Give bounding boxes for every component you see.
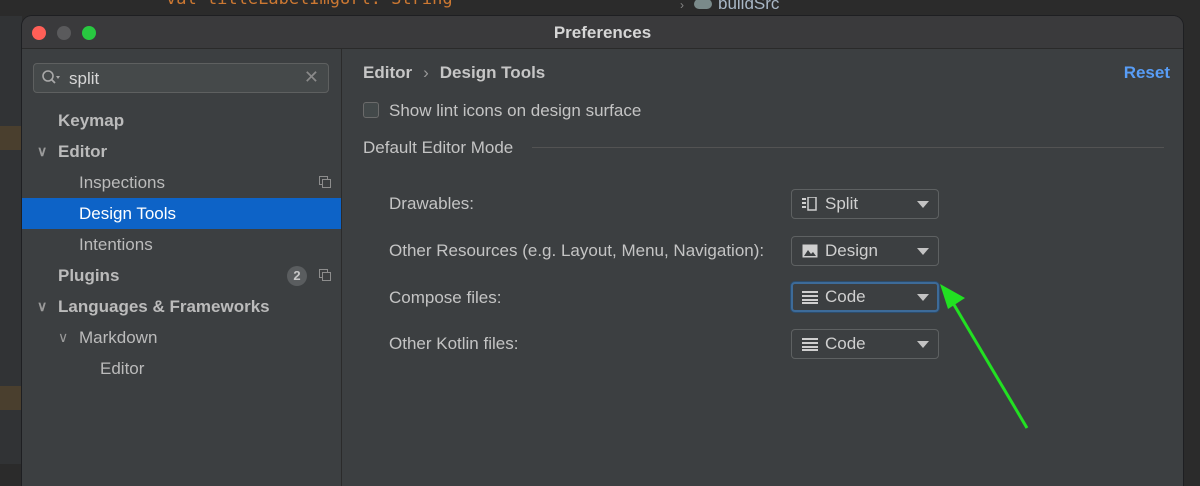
settings-tree-panel: split ✕ Keymap ∨ Editor Inspections Desi… bbox=[22, 49, 342, 486]
breadcrumb-parent[interactable]: Editor bbox=[363, 63, 412, 82]
search-input[interactable]: split bbox=[69, 69, 99, 89]
section-title: Default Editor Mode bbox=[363, 138, 514, 157]
tree-item-plugins[interactable]: Plugins 2 bbox=[22, 260, 341, 291]
dropdown-arrow-icon bbox=[917, 294, 929, 301]
other-kotlin-files-mode-dropdown[interactable]: Code bbox=[791, 329, 939, 359]
chevron-down-icon[interactable]: ∨ bbox=[37, 136, 47, 167]
drawables-mode-dropdown[interactable]: Split bbox=[791, 189, 939, 219]
tree-item-design-tools[interactable]: Design Tools bbox=[22, 198, 341, 229]
tree-item-inspections[interactable]: Inspections bbox=[22, 167, 341, 198]
breadcrumb: Editor › Design Tools bbox=[363, 63, 545, 83]
dropdown-value: Code bbox=[825, 287, 866, 306]
tree-item-keymap[interactable]: Keymap bbox=[22, 105, 341, 136]
preferences-dialog: Preferences split ✕ Keymap ∨ Editor Insp… bbox=[22, 16, 1183, 486]
other-resources-mode-dropdown[interactable]: Design bbox=[791, 236, 939, 266]
tree-item-markdown-editor[interactable]: Editor bbox=[22, 353, 341, 384]
other-kotlin-files-label: Other Kotlin files: bbox=[389, 334, 519, 353]
lint-icons-label[interactable]: Show lint icons on design surface bbox=[389, 101, 641, 121]
clear-search-icon[interactable]: ✕ bbox=[304, 67, 319, 88]
settings-content-panel: Editor › Design Tools Reset Show lint icon… bbox=[342, 49, 1183, 486]
breadcrumb-separator: › bbox=[423, 63, 429, 82]
dropdown-value: Code bbox=[825, 334, 866, 353]
gutter-marker bbox=[0, 126, 22, 150]
tree-item-markdown[interactable]: ∨ Markdown bbox=[22, 322, 341, 353]
chevron-down-icon[interactable]: ∨ bbox=[37, 291, 47, 322]
copy-icon bbox=[319, 269, 331, 281]
background-gutter bbox=[0, 16, 22, 464]
background-project-item: › buildSrc bbox=[680, 0, 780, 13]
tree-item-languages-frameworks[interactable]: ∨ Languages & Frameworks bbox=[22, 291, 341, 322]
background-editor: val titleLabelImgUrl: String ›buildSrc bbox=[0, 0, 1200, 16]
gutter-marker bbox=[0, 386, 22, 410]
background-code-line: val titleLabelImgUrl: String bbox=[166, 0, 453, 9]
split-icon bbox=[802, 197, 817, 211]
image-icon bbox=[802, 244, 818, 258]
compose-files-label: Compose files: bbox=[389, 288, 502, 307]
dropdown-arrow-icon bbox=[917, 341, 929, 348]
reset-link[interactable]: Reset bbox=[1124, 63, 1170, 83]
window-title: Preferences bbox=[553, 23, 652, 42]
dropdown-arrow-icon bbox=[917, 201, 929, 208]
dropdown-value: Design bbox=[825, 241, 878, 260]
plugins-update-badge: 2 bbox=[287, 266, 307, 286]
drawables-label: Drawables: bbox=[389, 194, 475, 213]
compose-files-mode-dropdown[interactable]: Code bbox=[791, 282, 939, 312]
title-bar: Preferences bbox=[22, 16, 1183, 49]
lint-icons-checkbox[interactable] bbox=[363, 102, 379, 118]
dropdown-value: Split bbox=[825, 194, 859, 213]
breadcrumb-current: Design Tools bbox=[439, 63, 546, 82]
tree-item-editor[interactable]: ∨ Editor bbox=[22, 136, 341, 167]
section-divider bbox=[532, 147, 1164, 148]
copy-icon bbox=[319, 176, 331, 188]
chevron-down-icon[interactable]: ∨ bbox=[58, 322, 68, 353]
code-lines-icon bbox=[802, 338, 818, 351]
other-resources-label: Other Resources (e.g. Layout, Menu, Navi… bbox=[389, 241, 765, 260]
search-icon bbox=[42, 70, 60, 84]
settings-search-field[interactable]: split ✕ bbox=[33, 63, 329, 93]
tree-item-intentions[interactable]: Intentions bbox=[22, 229, 341, 260]
code-lines-icon bbox=[802, 291, 818, 304]
dropdown-arrow-icon bbox=[917, 248, 929, 255]
